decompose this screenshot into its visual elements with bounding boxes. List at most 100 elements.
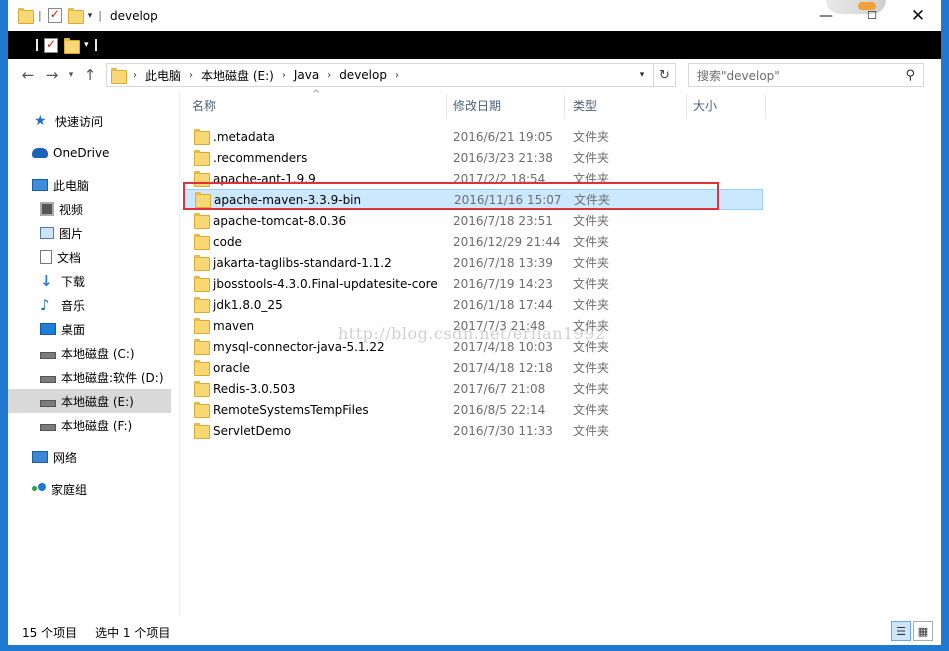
- navigation-bar: ← → ▾ ↑ › 此电脑 › 本地磁盘 (E:) › Java › devel…: [8, 59, 941, 91]
- search-input[interactable]: 搜索"develop" ⚲: [688, 63, 924, 87]
- customize-dropdown-icon[interactable]: ▾: [88, 11, 93, 21]
- column-header-name[interactable]: 名称: [192, 91, 447, 120]
- sidebar-item-drive-d[interactable]: 本地磁盘:软件 (D:): [8, 365, 171, 389]
- back-button[interactable]: ←: [16, 63, 40, 87]
- column-header-size[interactable]: 大小: [693, 91, 765, 120]
- table-row-selected[interactable]: apache-maven-3.3.9-bin 2016/11/16 15:07 …: [184, 189, 763, 210]
- search-icon[interactable]: ⚲: [905, 68, 915, 83]
- folder-icon: [18, 8, 34, 24]
- folder-icon: [194, 255, 210, 271]
- table-row[interactable]: Redis-3.0.503 2017/6/7 21:08 文件夹: [184, 378, 763, 399]
- folder-icon: [194, 339, 210, 355]
- table-row[interactable]: oracle 2017/4/18 12:18 文件夹: [184, 357, 763, 378]
- sidebar-item-desktop[interactable]: 桌面: [8, 317, 171, 341]
- folder-icon: [194, 171, 210, 187]
- recent-locations-dropdown[interactable]: ▾: [64, 63, 78, 87]
- pane-divider[interactable]: [179, 91, 180, 616]
- address-dropdown-icon[interactable]: ▾: [631, 64, 653, 86]
- chevron-right-icon[interactable]: ›: [133, 70, 137, 81]
- column-divider[interactable]: [564, 95, 565, 119]
- chevron-right-icon[interactable]: ›: [189, 70, 193, 81]
- properties-icon[interactable]: [47, 7, 62, 23]
- window-controls: — ☐ ✕: [803, 0, 941, 31]
- file-name: .recommenders: [213, 150, 308, 165]
- file-name: ServletDemo: [213, 423, 292, 438]
- sidebar-item-documents[interactable]: 文档: [8, 245, 171, 269]
- minimize-button[interactable]: —: [803, 0, 849, 31]
- file-date: 2016/7/19 14:23: [453, 276, 553, 291]
- sidebar-item-pictures[interactable]: 图片: [8, 221, 171, 245]
- file-name: jakarta-taglibs-standard-1.1.2: [213, 255, 392, 270]
- file-type: 文件夹: [573, 172, 610, 186]
- status-bar: 15 个项目 选中 1 个项目 ☰ ▦: [8, 619, 941, 645]
- customize-dropdown-icon[interactable]: ▾: [84, 40, 89, 50]
- sidebar-item-label: 快速访问: [55, 114, 104, 129]
- ribbon-bar: ▾: [8, 31, 941, 59]
- sidebar-item-homegroup[interactable]: 家庭组: [8, 477, 171, 501]
- sidebar-item-label: 音乐: [61, 298, 86, 313]
- table-row[interactable]: apache-tomcat-8.0.36 2016/7/18 23:51 文件夹: [184, 210, 763, 231]
- chevron-right-icon[interactable]: ›: [282, 70, 286, 81]
- chevron-right-icon[interactable]: ›: [395, 70, 399, 81]
- refresh-button[interactable]: ↻: [654, 63, 676, 87]
- table-row[interactable]: RemoteSystemsTempFiles 2016/8/5 22:14 文件…: [184, 399, 763, 420]
- file-name: oracle: [213, 360, 250, 375]
- table-row[interactable]: code 2016/12/29 21:44 文件夹: [184, 231, 763, 252]
- chevron-right-icon[interactable]: ›: [327, 70, 331, 81]
- folder-icon: [195, 192, 211, 208]
- file-date: 2016/7/18 23:51: [453, 213, 553, 228]
- table-row[interactable]: .recommenders 2016/3/23 21:38 文件夹: [184, 147, 763, 168]
- item-count: 15 个项目: [22, 625, 78, 640]
- file-date: 2016/11/16 15:07: [454, 192, 562, 207]
- address-bar[interactable]: › 此电脑 › 本地磁盘 (E:) › Java › develop › ▾: [106, 63, 654, 87]
- column-divider[interactable]: [765, 95, 766, 119]
- column-header-type[interactable]: 类型: [573, 91, 686, 120]
- new-folder-icon[interactable]: [64, 37, 80, 54]
- sidebar-item-label: 本地磁盘 (E:): [61, 394, 134, 409]
- breadcrumb-this-pc[interactable]: 此电脑: [145, 67, 181, 84]
- breadcrumb-develop[interactable]: develop: [339, 68, 387, 82]
- video-icon: [40, 202, 54, 216]
- picture-icon: [40, 227, 54, 239]
- file-name: apache-ant-1.9.9: [213, 171, 316, 186]
- new-folder-icon[interactable]: [67, 8, 84, 24]
- maximize-button[interactable]: ☐: [849, 0, 895, 31]
- sidebar-item-label: 本地磁盘:软件 (D:): [61, 370, 164, 385]
- title-bar: | ▾ | develop — ☐ ✕: [8, 0, 941, 31]
- sidebar-item-music[interactable]: ♪ 音乐: [8, 293, 171, 317]
- column-divider[interactable]: [686, 95, 687, 119]
- view-switcher: ☰ ▦: [891, 621, 933, 641]
- file-date: 2016/1/18 17:44: [453, 297, 553, 312]
- sidebar-item-onedrive[interactable]: OneDrive: [8, 141, 171, 165]
- sidebar-item-drive-e[interactable]: 本地磁盘 (E:): [8, 389, 171, 413]
- file-name: RemoteSystemsTempFiles: [213, 402, 369, 417]
- breadcrumb-drive-e[interactable]: 本地磁盘 (E:): [201, 67, 274, 84]
- drive-icon: [40, 424, 56, 431]
- details-view-icon[interactable]: ☰: [891, 621, 911, 641]
- folder-icon: [194, 423, 210, 439]
- forward-button[interactable]: →: [40, 63, 64, 87]
- close-button[interactable]: ✕: [895, 0, 941, 31]
- table-row[interactable]: apache-ant-1.9.9 2017/2/2 18:54 文件夹: [184, 168, 763, 189]
- large-icons-view-icon[interactable]: ▦: [913, 621, 933, 641]
- properties-icon[interactable]: [44, 37, 58, 53]
- sidebar-item-drive-c[interactable]: 本地磁盘 (C:): [8, 341, 171, 365]
- up-button[interactable]: ↑: [78, 63, 102, 87]
- table-row[interactable]: ServletDemo 2016/7/30 11:33 文件夹: [184, 420, 763, 441]
- folder-icon: [194, 402, 210, 418]
- sidebar-item-videos[interactable]: 视频: [8, 197, 171, 221]
- column-header-date[interactable]: 修改日期: [453, 91, 565, 120]
- breadcrumb-java[interactable]: Java: [294, 68, 319, 82]
- table-row[interactable]: .metadata 2016/6/21 19:05 文件夹: [184, 126, 763, 147]
- sidebar-item-quick-access[interactable]: ★ 快速访问: [8, 109, 171, 133]
- sidebar-item-drive-f[interactable]: 本地磁盘 (F:): [8, 413, 171, 437]
- sidebar-item-network[interactable]: 网络: [8, 445, 171, 469]
- table-row[interactable]: jdk1.8.0_25 2016/1/18 17:44 文件夹: [184, 294, 763, 315]
- table-row[interactable]: jakarta-taglibs-standard-1.1.2 2016/7/18…: [184, 252, 763, 273]
- column-divider[interactable]: [446, 95, 447, 119]
- table-row[interactable]: jbosstools-4.3.0.Final-updatesite-core 2…: [184, 273, 763, 294]
- sidebar-item-downloads[interactable]: ↓ 下载: [8, 269, 171, 293]
- folder-icon: [194, 276, 210, 292]
- file-type: 文件夹: [573, 277, 610, 291]
- sidebar-item-this-pc[interactable]: 此电脑: [8, 173, 171, 197]
